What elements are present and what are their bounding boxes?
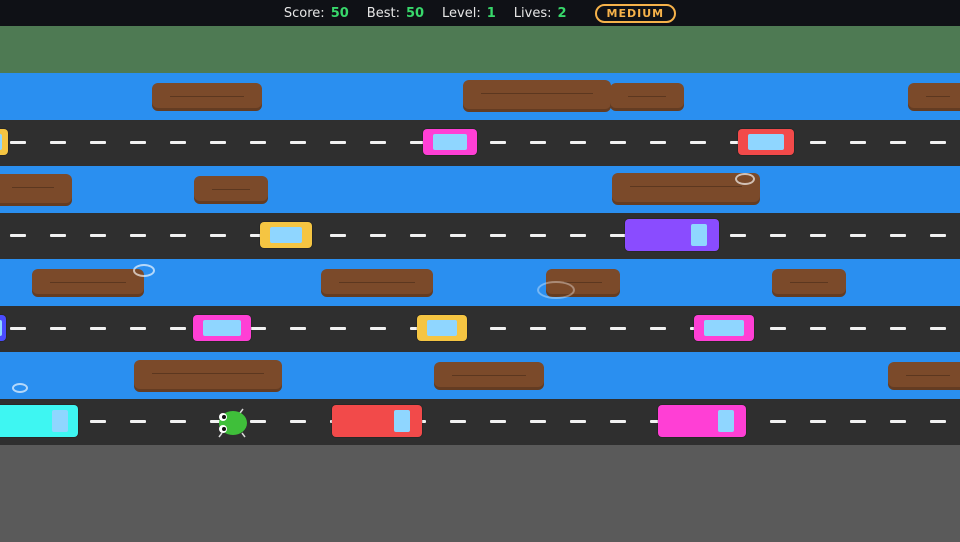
river-lane-2 <box>0 166 960 213</box>
vehicle <box>0 405 78 437</box>
score-value: 50 <box>330 5 349 21</box>
score-stat: Score: 50 <box>284 6 349 21</box>
vehicle <box>423 129 477 155</box>
goal-grass <box>0 26 960 73</box>
level-label: Level: <box>442 5 481 21</box>
start-zone <box>0 445 960 542</box>
log <box>888 362 960 390</box>
vehicle <box>694 315 754 341</box>
log <box>772 269 846 297</box>
level-value: 1 <box>486 5 496 21</box>
vehicle <box>260 222 312 248</box>
log <box>0 174 72 206</box>
log <box>434 362 544 390</box>
hud-bar: Score: 50 Best: 50 Level: 1 Lives: 2 MEDIUM <box>0 0 960 26</box>
game-board[interactable] <box>0 26 960 542</box>
road-dashes-4 <box>0 420 960 423</box>
water-bubble <box>12 383 28 393</box>
vehicle <box>0 129 8 155</box>
vehicle <box>658 405 746 437</box>
vehicle <box>193 315 251 341</box>
log <box>134 360 282 392</box>
frog-player[interactable] <box>216 407 248 439</box>
road-dashes-2 <box>0 234 960 237</box>
vehicle <box>738 129 794 155</box>
difficulty-badge: MEDIUM <box>594 3 677 23</box>
log <box>152 83 262 111</box>
log <box>610 83 684 111</box>
lives-label: Lives: <box>513 5 552 21</box>
frog-icon <box>218 408 247 438</box>
log <box>194 176 268 204</box>
vehicle <box>332 405 422 437</box>
vehicle <box>417 315 467 341</box>
water-bubble <box>735 173 755 185</box>
best-stat: Best: 50 <box>367 6 424 21</box>
lives-stat: Lives: 2 <box>514 6 567 21</box>
water-bubble <box>537 281 575 299</box>
road-dashes-1 <box>0 141 960 144</box>
vehicle <box>0 315 6 341</box>
vehicle <box>625 219 719 251</box>
level-stat: Level: 1 <box>442 6 496 21</box>
log <box>908 83 960 111</box>
lives-value: 2 <box>557 5 567 21</box>
log <box>321 269 433 297</box>
best-label: Best: <box>366 5 400 21</box>
water-bubble <box>133 264 155 277</box>
log <box>32 269 144 297</box>
score-label: Score: <box>283 5 325 21</box>
road-dashes-3 <box>0 327 960 330</box>
best-value: 50 <box>405 5 425 21</box>
log <box>463 80 611 112</box>
